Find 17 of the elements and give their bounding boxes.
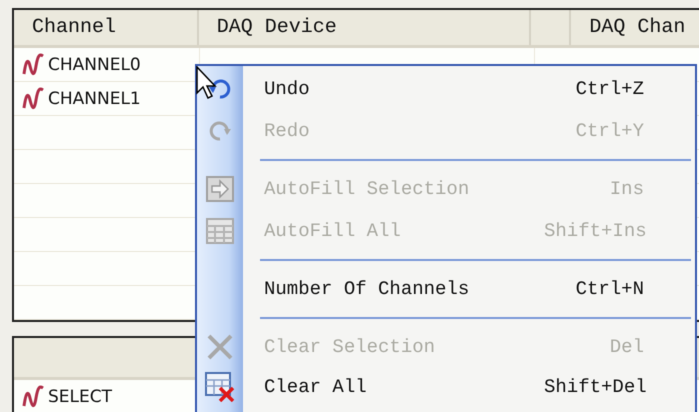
grid-delete-icon [205, 372, 235, 402]
menu-item[interactable]: Number Of Channels Ctrl+N [197, 268, 695, 310]
channel-name: CHANNEL0 [48, 54, 141, 74]
waveform-icon [22, 86, 44, 112]
menu-item[interactable]: Clear All Shift+Del [197, 368, 695, 406]
channel-name: CHANNEL1 [48, 88, 141, 108]
column-header[interactable]: DAQ Device [198, 10, 532, 45]
column-header[interactable]: DAQ Chan [571, 10, 699, 45]
column-header[interactable]: Channel [14, 10, 199, 45]
waveform-icon [22, 52, 44, 78]
grid-icon [206, 218, 234, 244]
redo-icon [208, 119, 232, 143]
channel-name: SELECT [48, 386, 112, 406]
cross-icon [206, 333, 234, 361]
arrow-box-icon [206, 176, 234, 202]
waveform-icon [22, 384, 44, 410]
undo-icon [208, 77, 232, 101]
